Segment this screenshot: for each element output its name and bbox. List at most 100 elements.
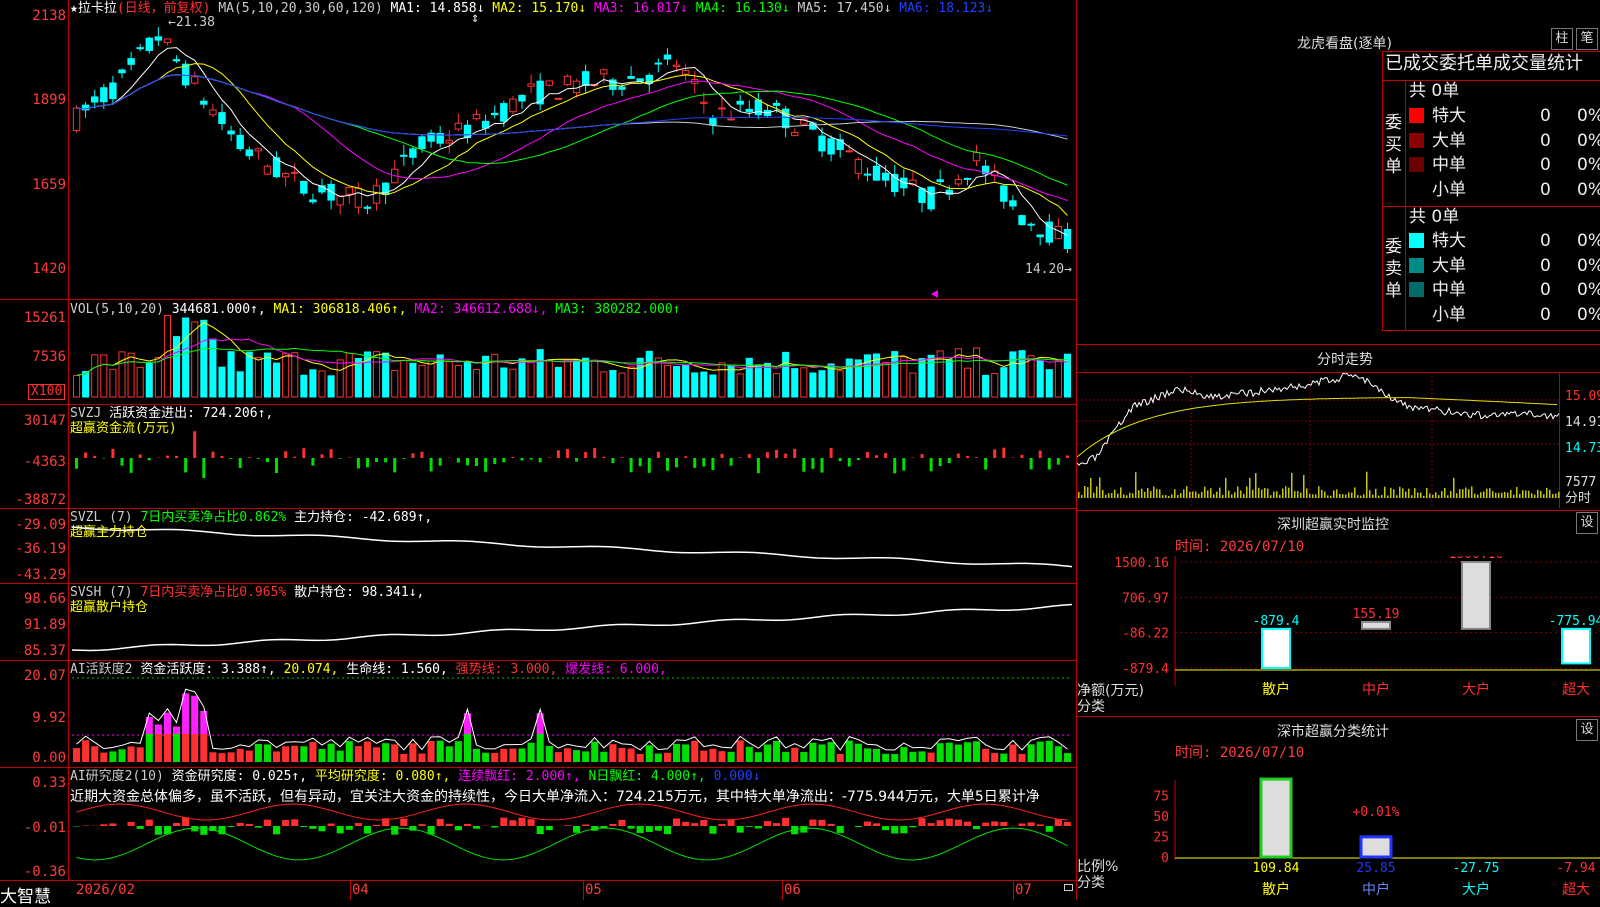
intraday-vol-bar (1456, 493, 1458, 498)
activity-bar (846, 741, 853, 762)
candle-body (1010, 201, 1016, 206)
activity-bar (1018, 754, 1025, 762)
candle-body (828, 139, 834, 154)
order-count: 0 (1540, 105, 1551, 127)
intraday-vol-bar (1447, 495, 1449, 498)
intraday-vol-bar (1201, 492, 1203, 498)
intraday-vol-bar (1129, 493, 1131, 498)
activity-bar (473, 749, 480, 762)
candle-body (510, 99, 516, 112)
intraday-vol-bar (1183, 489, 1185, 498)
intraday-vol-bar (1522, 490, 1524, 498)
intraday-vol-bar (1516, 487, 1518, 498)
flow-bar (884, 453, 887, 458)
intraday-vol-bar (1414, 488, 1416, 498)
candle-body (955, 180, 961, 184)
tick-mode-button[interactable]: 笔 (1576, 28, 1598, 50)
intraday-vol-bar (1432, 495, 1434, 498)
lock-icon[interactable] (1064, 884, 1073, 891)
research-bar (1055, 819, 1062, 826)
longhu-title: 龙虎看盘(逐单) (1297, 33, 1392, 53)
candle-body (973, 152, 979, 160)
volume-bar (928, 355, 934, 397)
research-bar (473, 826, 480, 829)
activity-bar (628, 749, 635, 762)
flow-bar (230, 458, 233, 459)
intraday-chart[interactable] (1077, 372, 1560, 508)
monitor-bar-value: 155.19 (1353, 607, 1400, 622)
volume-bar (983, 375, 989, 397)
candle-body (737, 101, 743, 104)
bar-mode-button[interactable]: 柱 (1551, 28, 1573, 50)
activity-bar (709, 749, 716, 762)
intraday-vol-bar (1114, 490, 1116, 498)
monitor-bar (1362, 622, 1390, 629)
chart-area[interactable]: 2138 1899 1659 1420 ★拉卡拉(日线，前复权) MA(5,10… (0, 0, 1076, 900)
volume-bar (1010, 352, 1016, 397)
candle-body (919, 189, 925, 203)
intraday-vol-bar (1204, 487, 1206, 498)
kline-chart[interactable] (0, 0, 1076, 880)
monitor-settings-button[interactable]: 设 (1576, 512, 1598, 534)
intraday-vol-bar (1528, 491, 1530, 498)
activity-bar (446, 746, 453, 762)
intraday-vol-bar (1210, 488, 1212, 498)
order-label: 大单 (1432, 131, 1466, 151)
research-bar (682, 822, 689, 826)
research-bar (946, 819, 953, 826)
volume-bar (192, 322, 198, 397)
intraday-vol-bar (1555, 494, 1557, 498)
volume-bar (255, 358, 261, 397)
intraday-vol-bar (1270, 495, 1272, 498)
volume-bar (428, 361, 434, 397)
activity-bar (100, 753, 107, 762)
research-bar (518, 818, 525, 826)
research-bar (937, 820, 944, 826)
volume-bar (183, 318, 189, 397)
research-bar (355, 823, 362, 826)
candle-body (546, 81, 552, 85)
activity-bar (964, 742, 971, 762)
intraday-tick: 15.09 (1565, 389, 1600, 404)
flow-bar (211, 452, 214, 458)
activity-bar (118, 749, 125, 762)
monitor-category: 散户 (1262, 681, 1290, 698)
research-bar (646, 826, 653, 832)
intraday-vol-bar (1441, 491, 1443, 498)
monitor-bar (1562, 629, 1590, 664)
flow-bar (1002, 448, 1005, 458)
activity-bar (264, 744, 271, 762)
flow-bar (302, 448, 305, 458)
flow-bar (484, 458, 487, 472)
volume-bar (328, 376, 334, 397)
intraday-vol-bar (1258, 488, 1260, 498)
flow-bar (757, 458, 760, 473)
flow-bar (702, 458, 705, 467)
intraday-vol-bar (1525, 490, 1527, 498)
research-bar (709, 826, 716, 834)
activity-bar (700, 751, 707, 762)
flow-bar (311, 458, 314, 466)
research-bar (928, 823, 935, 826)
activity-bar (546, 746, 553, 762)
volume-bar (337, 360, 343, 397)
flow-bar (993, 449, 996, 458)
intraday-vol-bar (1483, 491, 1485, 498)
candle-body (928, 187, 934, 209)
intraday-vol-bar (1360, 496, 1362, 498)
intraday-vol-bar (1492, 491, 1494, 498)
flow-bar (739, 457, 742, 458)
flow-bar (466, 458, 469, 465)
candle-body (310, 200, 316, 202)
candle-body (155, 37, 161, 40)
volume-bar (646, 351, 652, 397)
activity-bar (1009, 745, 1016, 762)
candle-body (373, 186, 379, 203)
activity-bar (1037, 742, 1044, 762)
activity-bar (437, 741, 444, 762)
date-tick: 05 (585, 882, 602, 898)
candle-body (192, 77, 198, 83)
intraday-vol-bar (1222, 495, 1224, 498)
flow-bar (821, 458, 824, 473)
stats-settings-button[interactable]: 设 (1576, 719, 1598, 741)
